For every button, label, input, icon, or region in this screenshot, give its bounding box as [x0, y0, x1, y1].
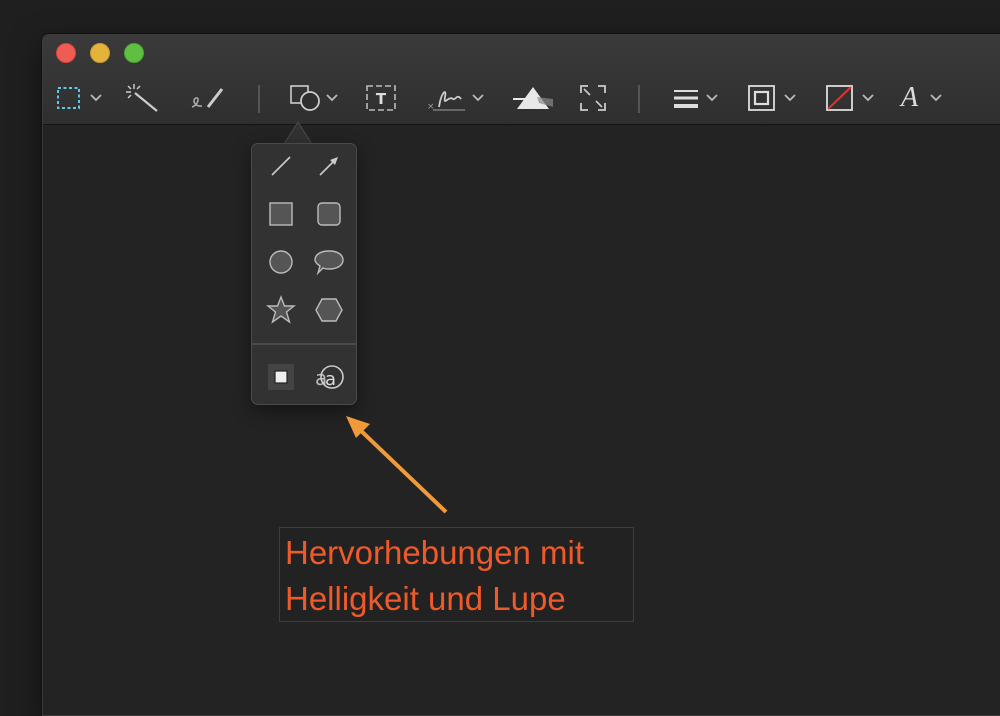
highlight-shape-button[interactable]: [263, 359, 299, 395]
arrow-icon: [319, 157, 338, 176]
rectangle-icon: [269, 202, 293, 226]
resize-icon: [580, 85, 606, 111]
adjust-color-button[interactable]: [511, 83, 555, 113]
text-style-button[interactable]: A: [901, 82, 947, 113]
shapes-popover: a a: [251, 143, 357, 405]
speech-bubble-icon: [314, 250, 344, 276]
popover-pointer: [284, 121, 312, 144]
loupe-shape-button[interactable]: a a: [311, 359, 347, 395]
instant-alpha-button[interactable]: [125, 83, 161, 113]
svg-text:a: a: [325, 369, 336, 390]
close-button[interactable]: [56, 43, 76, 63]
line-shape-button[interactable]: [263, 148, 299, 184]
rectangle-shape-button[interactable]: [263, 196, 299, 232]
oval-shape-button[interactable]: [263, 244, 299, 280]
selection-tool-button[interactable]: [55, 83, 107, 113]
highlight-icon: [268, 364, 294, 390]
adjust-size-button[interactable]: [578, 83, 608, 113]
border-icon: [748, 85, 796, 111]
sketch-button[interactable]: [188, 83, 228, 113]
callout-line-2: Helligkeit und Lupe: [285, 580, 566, 617]
star-shape-button[interactable]: [263, 292, 299, 328]
text-box-icon: T: [366, 85, 396, 111]
fill-none-icon: [826, 85, 874, 111]
rounded-rectangle-shape-button[interactable]: [311, 196, 347, 232]
pen-scribble-icon: [191, 88, 224, 108]
sign-button[interactable]: ×: [425, 83, 491, 113]
loupe-icon: a a: [315, 365, 344, 390]
svg-text:T: T: [376, 90, 387, 108]
star-icon: [266, 295, 296, 324]
dashed-rect-icon: [57, 87, 102, 109]
prism-icon: [513, 87, 553, 109]
fill-color-button[interactable]: [825, 83, 879, 113]
line-icon: [271, 156, 291, 176]
chevron-down-icon: [930, 94, 942, 102]
border-color-button[interactable]: [747, 83, 801, 113]
signature-icon: ×: [427, 91, 484, 112]
font-a-icon: A: [901, 82, 919, 113]
popover-divider: [252, 343, 356, 345]
arrow-shape-button[interactable]: [311, 148, 347, 184]
polygon-shape-button[interactable]: [311, 292, 347, 328]
lines-icon: [674, 90, 718, 108]
annotation-callout: Hervorhebungen mit Helligkeit und Lupe: [279, 527, 634, 622]
zoom-button[interactable]: [124, 43, 144, 63]
speech-bubble-shape-button[interactable]: [311, 244, 347, 280]
shapes-button[interactable]: [288, 83, 344, 113]
shape-style-button[interactable]: [671, 83, 723, 113]
shapes-icon: [290, 85, 338, 111]
oval-icon: [269, 250, 293, 274]
text-tool-button[interactable]: T: [363, 83, 399, 113]
toolbar-separator: [258, 85, 260, 113]
toolbar-separator: [638, 85, 640, 113]
magic-wand-icon: [126, 84, 158, 112]
toolbar: T × A: [43, 35, 1000, 125]
annotation-arrow: [346, 416, 448, 514]
minimize-button[interactable]: [90, 43, 110, 63]
hexagon-icon: [315, 298, 343, 322]
callout-line-1: Hervorhebungen mit: [285, 534, 584, 571]
rounded-rectangle-icon: [317, 202, 341, 226]
